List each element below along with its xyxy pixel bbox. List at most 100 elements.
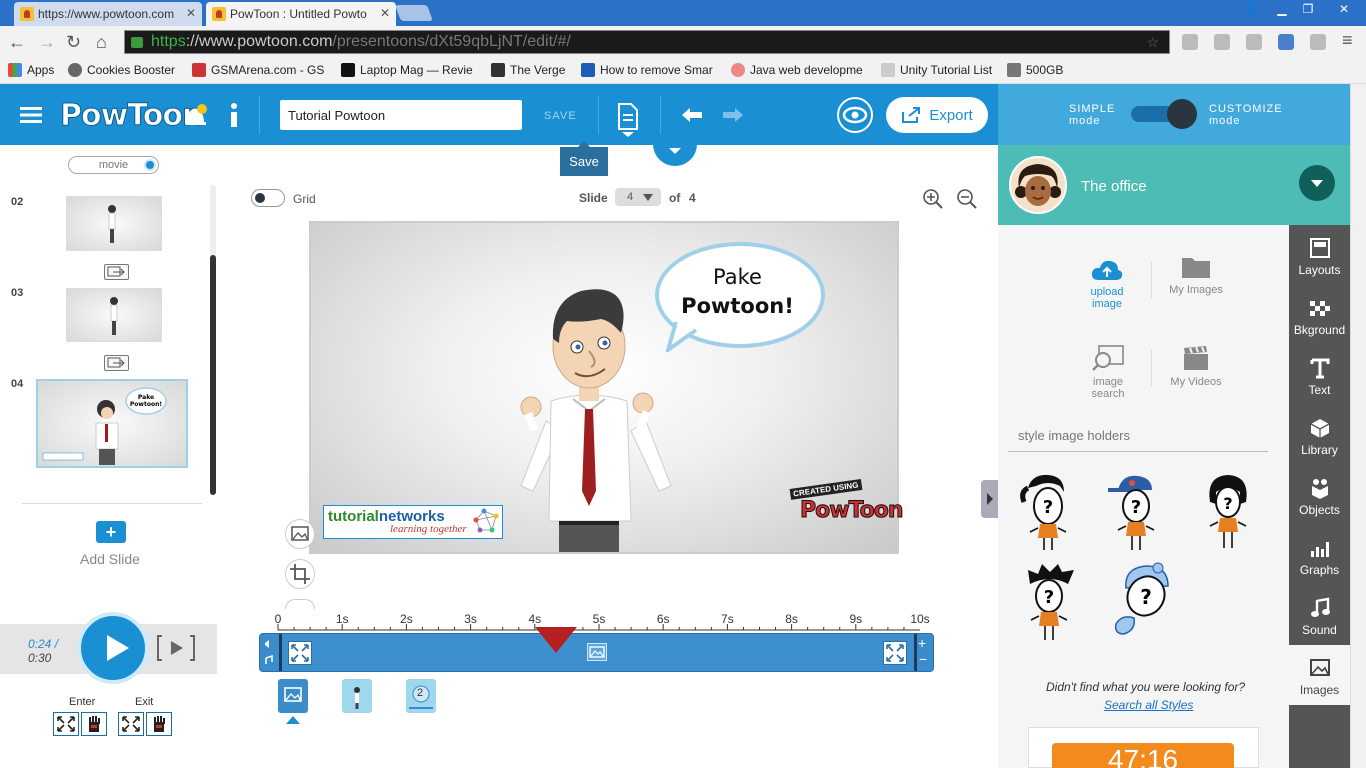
sidebar-item-graphs[interactable]: Graphs (1289, 525, 1350, 585)
sidebar-item-objects[interactable]: Objects (1289, 465, 1350, 525)
timeline-ruler[interactable]: 0 1s 2s 3s 4s 5s 6s 7s 8s 9s 10s (275, 608, 930, 634)
sidebar-item-layouts[interactable]: Layouts (1289, 225, 1350, 285)
bookmark-apps[interactable]: Apps (8, 63, 54, 77)
export-button[interactable]: Export (886, 97, 988, 133)
timeline-zoom-out-icon[interactable]: − (919, 651, 927, 667)
enter-expand-icon[interactable] (53, 712, 79, 736)
forward-arrow-icon[interactable]: → (38, 32, 56, 53)
timeline-start-expand-icon[interactable] (288, 641, 312, 665)
account-icon[interactable] (1278, 34, 1294, 50)
info-icon[interactable] (227, 102, 241, 128)
drive-icon[interactable] (1246, 34, 1262, 50)
bookmark-java[interactable]: Java web developme (731, 63, 863, 77)
bookmark-unity[interactable]: Unity Tutorial List (881, 63, 992, 77)
play-button[interactable] (77, 612, 149, 684)
preview-eye-button[interactable] (837, 97, 873, 133)
save-button[interactable]: SAVE (544, 110, 577, 122)
slides-scrollbar[interactable] (210, 185, 216, 495)
bookmark-verge[interactable]: The Verge (491, 63, 565, 77)
exit-hand-icon[interactable] (146, 712, 172, 736)
transition-icon[interactable] (104, 264, 129, 280)
slide-thumbnail-03[interactable] (66, 288, 162, 342)
businessman-character[interactable] (501, 281, 691, 554)
image-holder-icon[interactable] (285, 519, 315, 549)
hamburger-menu-icon[interactable] (20, 107, 42, 123)
movie-toggle[interactable]: movie (68, 156, 159, 174)
zoom-in-icon[interactable] (922, 188, 944, 210)
browser-tab-2[interactable]: PowToon : Untitled Powto ✕ (206, 2, 396, 26)
enter-hand-icon[interactable] (81, 712, 107, 736)
restore-icon[interactable]: ❐ (1294, 0, 1322, 18)
timeline-object-image[interactable] (278, 679, 308, 713)
menu-icon[interactable]: ≡ (1342, 30, 1353, 51)
style-dropdown-button[interactable] (1299, 165, 1335, 201)
image-holder-boy-cap[interactable]: ? (1108, 472, 1164, 552)
bookmark-star-icon[interactable]: ☆ (1146, 34, 1159, 51)
minimize-icon[interactable]: ▁ (1268, 0, 1296, 18)
timeline-image-marker-icon[interactable] (587, 643, 607, 661)
sidebar-item-library[interactable]: Library (1289, 405, 1350, 465)
presentation-title-input[interactable] (280, 100, 522, 130)
page-scrollbar[interactable] (1350, 84, 1366, 768)
add-slide-label[interactable]: Add Slide (80, 551, 140, 567)
extension-icon[interactable] (1214, 34, 1230, 50)
close-icon[interactable]: ✕ (380, 6, 390, 20)
timeline-playhead[interactable] (534, 627, 577, 653)
url-bar[interactable]: https ://www.powtoon.com /presentoons/dX… (124, 30, 1170, 54)
window-close-icon[interactable]: ✕ (1326, 0, 1362, 18)
dropbox-icon[interactable] (1182, 34, 1198, 50)
slide-thumbnail-04[interactable]: Pake Powtoon! (36, 379, 188, 468)
undo-icon[interactable] (680, 106, 704, 124)
home-icon[interactable]: ⌂ (96, 32, 107, 53)
bookmark-cookies[interactable]: Cookies Booster (68, 63, 175, 77)
grid-toggle[interactable] (251, 189, 285, 207)
sidebar-item-images[interactable]: Images (1289, 645, 1350, 705)
back-arrow-icon[interactable]: ← (8, 32, 26, 53)
document-icon[interactable] (617, 103, 639, 137)
upload-image-button[interactable]: upload image (1077, 258, 1137, 310)
panel-collapse-toggle[interactable] (981, 480, 998, 518)
exit-expand-icon[interactable] (118, 712, 144, 736)
search-all-styles-link[interactable]: Search all Styles (1104, 698, 1193, 712)
play-from-here-icon[interactable] (156, 634, 196, 662)
mode-toggle[interactable] (1131, 99, 1197, 129)
bell-icon[interactable] (184, 103, 208, 129)
slide-thumbnail-02[interactable] (66, 196, 162, 251)
my-images-button[interactable]: My Images (1166, 254, 1226, 296)
image-search-button[interactable]: image search (1078, 344, 1138, 400)
browser-tab-1[interactable]: https://www.powtoon.com ✕ (14, 2, 202, 26)
crop-icon[interactable] (285, 559, 315, 589)
reload-icon[interactable]: ↻ (66, 32, 81, 53)
character-avatar[interactable] (1009, 156, 1067, 214)
bookmark-laptopmag[interactable]: Laptop Mag — Revie (341, 63, 473, 77)
timeline-object-character[interactable] (342, 679, 372, 713)
new-tab-button[interactable] (395, 5, 433, 21)
image-holder-girl-bob[interactable]: ? (1200, 472, 1256, 552)
zoom-out-icon[interactable] (956, 188, 978, 210)
slide-select[interactable]: 4 (615, 188, 661, 206)
customize-mode-label[interactable]: CUSTOMIZE mode (1209, 103, 1283, 127)
sidebar-item-text[interactable]: Text (1289, 345, 1350, 405)
bookmark-remove[interactable]: How to remove Smar (581, 63, 713, 77)
add-slide-button[interactable]: + (96, 521, 126, 543)
timeline-object-text[interactable]: 2 (406, 679, 436, 713)
header-drop-knob[interactable] (653, 140, 697, 166)
sync-icon[interactable] (1310, 34, 1326, 50)
image-holder-baby-hat[interactable]: ? (1112, 558, 1174, 638)
sidebar-item-sound[interactable]: Sound (1289, 585, 1350, 645)
redo-icon[interactable] (721, 106, 745, 124)
timeline-zoom-in-icon[interactable]: + (918, 635, 926, 651)
bookmark-500gb[interactable]: 500GB (1007, 63, 1063, 77)
slides-scrollbar-thumb[interactable] (210, 255, 216, 495)
my-videos-button[interactable]: My Videos (1166, 344, 1226, 388)
timeline-end-expand-icon[interactable] (883, 641, 907, 665)
powtoon-logo[interactable]: PowToon (59, 98, 203, 134)
audio-toggle-icon[interactable] (262, 636, 276, 668)
simple-mode-label[interactable]: SIMPLE mode (1069, 103, 1115, 127)
image-holder-girl-ponytail[interactable]: ? (1020, 472, 1076, 552)
bookmark-gsmarena[interactable]: GSMArena.com - GS (192, 63, 324, 77)
speech-bubble-text[interactable]: Pake Powtoon! (655, 263, 820, 321)
close-icon[interactable]: ✕ (186, 6, 196, 20)
image-holder-boy-spiky[interactable]: ? (1022, 562, 1078, 642)
sidebar-item-background[interactable]: Bkground (1289, 285, 1350, 345)
